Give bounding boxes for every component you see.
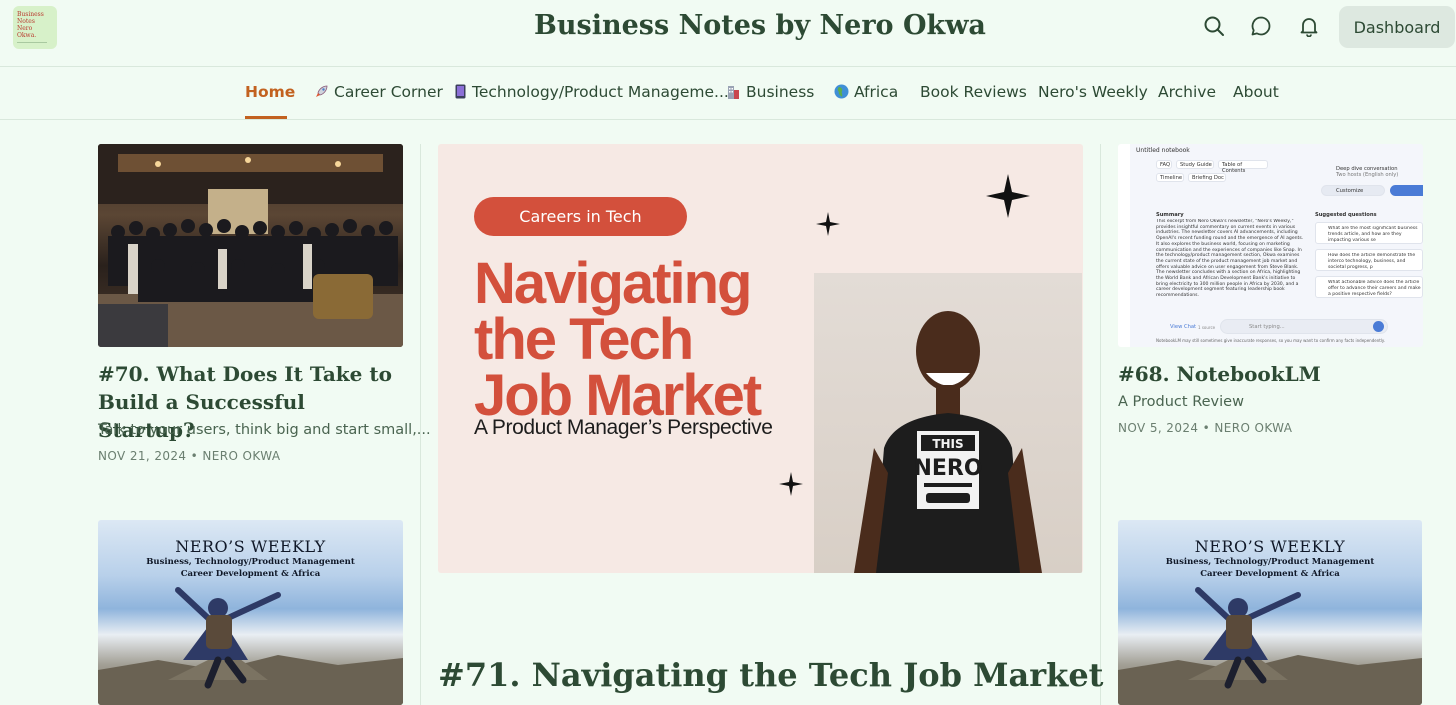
- post-70-meta: NOV 21, 2024 • NERO OKWA: [98, 449, 281, 463]
- nb-question-2: How does the article demonstrate the int…: [1315, 249, 1423, 271]
- hiker-illustration-right: [1118, 587, 1422, 705]
- nav-active-indicator: [245, 116, 287, 119]
- featured-headline: Navigating the Tech Job Market: [474, 251, 762, 425]
- nb-chip-study-label: Study Guide: [1180, 162, 1212, 168]
- nb-chip-faq: FAQ: [1156, 160, 1172, 169]
- nav-item-book-reviews[interactable]: Book Reviews: [920, 83, 1027, 101]
- shirt-text-nero: NERO: [913, 456, 982, 481]
- featured-post-image[interactable]: Careers in Tech Navigating the Tech Job …: [438, 144, 1083, 573]
- search-icon[interactable]: [1203, 15, 1225, 37]
- shirt-text-this: THIS: [932, 437, 963, 451]
- careers-in-tech-pill: Careers in Tech: [474, 197, 687, 236]
- nav-item-neros-weekly[interactable]: Nero's Weekly: [1038, 83, 1148, 101]
- column-divider-right: [1100, 144, 1101, 705]
- site-title[interactable]: Business Notes by Nero Okwa: [0, 10, 1456, 41]
- nb-chip-study: Study Guide: [1176, 160, 1214, 169]
- nb-question-1-text: What are the most significant business t…: [1328, 226, 1418, 242]
- bell-icon[interactable]: [1298, 15, 1320, 38]
- chat-icon[interactable]: [1250, 15, 1272, 37]
- nb-customize-button: Customize: [1321, 185, 1385, 196]
- nav-book-reviews-label: Book Reviews: [920, 83, 1027, 101]
- nb-view-chat: View Chat: [1170, 324, 1197, 330]
- nb-chip-timeline-label: Timeline: [1160, 175, 1183, 181]
- nav-career-label: Career Corner: [334, 83, 443, 101]
- nb-question-3: What actionable advice does the article …: [1315, 276, 1423, 298]
- nav-item-archive[interactable]: Archive: [1158, 83, 1216, 101]
- nav-weekly-label: Nero's Weekly: [1038, 83, 1148, 101]
- nb-customize-label: Customize: [1336, 188, 1364, 194]
- nb-summary-text: This excerpt from Nero Okwa's newsletter…: [1156, 219, 1304, 299]
- logo-rule: [17, 42, 47, 43]
- nb-suggested-heading: Suggested questions: [1315, 212, 1377, 218]
- nav-item-career-corner[interactable]: Career Corner: [314, 83, 443, 101]
- post-68-meta: NOV 5, 2024 • NERO OKWA: [1118, 421, 1293, 435]
- send-icon: [1373, 321, 1384, 332]
- nb-source-count: 1 source: [1198, 325, 1216, 330]
- neros-weekly-image-right[interactable]: NERO’S WEEKLY Business, Technology/Produ…: [1118, 520, 1422, 705]
- nav-item-home[interactable]: Home: [245, 83, 295, 101]
- nav-business-label: Business: [746, 83, 815, 101]
- phone-icon: [454, 84, 467, 99]
- nb-chip-toc-label: Table of Contents: [1222, 162, 1246, 175]
- neros-weekly-image-left[interactable]: NERO’S WEEKLY Business, Technology/Produ…: [98, 520, 403, 705]
- nav-item-about[interactable]: About: [1233, 83, 1279, 101]
- dashboard-button[interactable]: Dashboard: [1339, 6, 1455, 48]
- nb-chip-toc: Table of Contents: [1218, 160, 1268, 174]
- nb-chat-input: Start typing...: [1220, 319, 1388, 334]
- nb-chip-faq-label: FAQ: [1160, 162, 1171, 168]
- nb-disclaimer: NotebookLM may still sometimes give inac…: [1156, 338, 1385, 343]
- nb-generate-button: [1390, 185, 1423, 196]
- nb-deep-dive-sub: Two hosts (English only): [1336, 172, 1399, 178]
- group-photo-illustration: [98, 144, 403, 347]
- nav-item-technology[interactable]: Technology/Product Manageme...: [454, 83, 729, 101]
- nav-technology-label: Technology/Product Manageme...: [472, 83, 729, 101]
- nav-about-label: About: [1233, 83, 1279, 101]
- featured-image-subtitle: A Product Manager’s Perspective: [474, 416, 773, 439]
- nb-left-margin: [1118, 144, 1130, 347]
- building-icon: [726, 84, 741, 99]
- nb-chip-briefing-label: Briefing Doc: [1192, 175, 1224, 181]
- nav-africa-label: Africa: [854, 83, 899, 101]
- nb-question-3-text: What actionable advice does the article …: [1328, 280, 1421, 296]
- person-illustration: THIS NERO: [854, 311, 1042, 573]
- section-nav: Home Career Corner Technology/Product Ma…: [0, 67, 1456, 120]
- post-68-title[interactable]: #68. NotebookLM: [1118, 360, 1423, 388]
- nb-summary-heading: Summary: [1156, 212, 1184, 218]
- featured-post-title[interactable]: #71. Navigating the Tech Job Market: [438, 656, 1103, 694]
- nb-chip-timeline: Timeline: [1156, 173, 1184, 182]
- nb-window-title: Untitled notebook: [1136, 147, 1190, 154]
- nb-question-2-text: How does the article demonstrate the int…: [1328, 253, 1416, 269]
- globe-icon: [834, 84, 849, 99]
- rocket-icon: [314, 84, 329, 99]
- post-68-image[interactable]: Untitled notebook FAQ Study Guide Table …: [1118, 144, 1423, 347]
- post-70-subtitle: Talk to your users, think big and start …: [98, 422, 431, 438]
- hiker-illustration: [98, 587, 403, 705]
- post-68-subtitle: A Product Review: [1118, 394, 1244, 410]
- headline-line-2: the Tech: [474, 307, 694, 372]
- nav-home-label: Home: [245, 83, 296, 101]
- nb-question-1: What are the most significant business t…: [1315, 222, 1423, 244]
- nb-chip-briefing: Briefing Doc: [1188, 173, 1226, 182]
- nav-item-africa[interactable]: Africa: [834, 83, 898, 101]
- site-header: Business Notes Nero Okwa. Business Notes…: [0, 0, 1456, 67]
- headline-line-1: Navigating: [474, 251, 753, 316]
- author-photo: THIS NERO: [814, 273, 1082, 573]
- nb-chat-placeholder: Start typing...: [1249, 324, 1285, 330]
- nav-archive-label: Archive: [1158, 83, 1216, 101]
- post-70-image[interactable]: [98, 144, 403, 347]
- nav-item-business[interactable]: Business: [726, 83, 814, 101]
